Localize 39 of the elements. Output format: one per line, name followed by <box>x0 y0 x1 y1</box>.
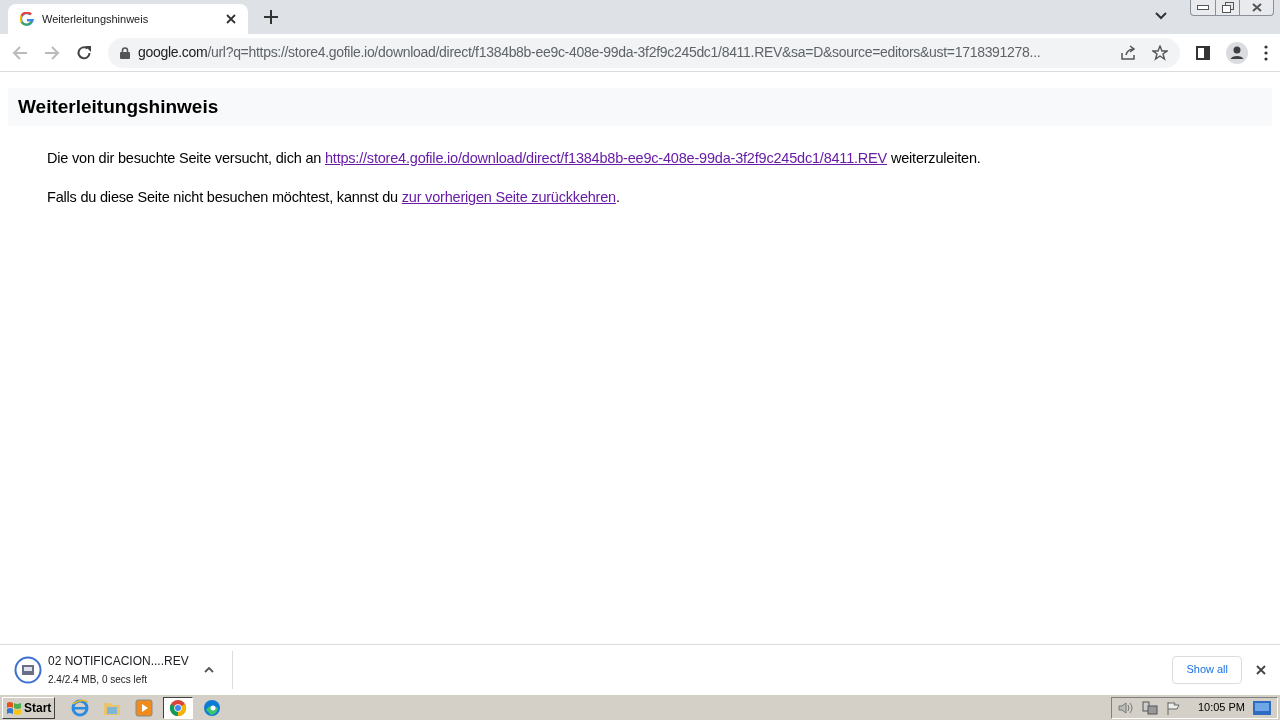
chrome-logo-icon[interactable] <box>169 698 188 717</box>
desktop-icon[interactable] <box>1253 700 1271 715</box>
browser-tab[interactable]: Weiterleitungshinweis <box>8 4 248 34</box>
page-heading: Weiterleitungshinweis <box>18 94 219 119</box>
address-bar[interactable]: google.com/url?q=https://store4.gofile.io/download/direct/f1384b8b-ee9c-408e-99da-3f2f9c245dc1/8411.REV&sa=D&source=editors&ust=1718391278... <box>108 37 1180 68</box>
menu-icon[interactable] <box>1264 44 1268 61</box>
link[interactable]: https://store4.gofile.io/download/direct/f1384b8b-ee9c-408e-99da-3f2f9c245dc1/8411.REV <box>324 150 888 166</box>
new-tab-icon[interactable] <box>264 10 278 24</box>
link[interactable]: zur vorherigen Seite zurückkehren <box>401 188 616 205</box>
tab-search-icon[interactable] <box>1155 12 1167 20</box>
clock-text: 10:05 PM <box>1197 700 1245 716</box>
start-button[interactable]: Start <box>2 696 56 719</box>
lock-icon <box>120 46 130 59</box>
tab-title: Weiterleitungshinweis <box>42 11 150 27</box>
show-all-button[interactable]: Show all <box>1172 655 1242 684</box>
paragraph: Falls du diese Seite nicht besuchen möchtest, kannst du zur vorherigen Seite zurückkehren. <box>47 187 621 207</box>
minimize-icon[interactable] <box>1197 4 1209 11</box>
chevron-up-icon[interactable] <box>204 666 214 673</box>
restore-icon[interactable] <box>1221 2 1234 13</box>
reload-icon[interactable] <box>76 44 92 61</box>
url-text: google.com/url?q=https://store4.gofile.io/download/direct/f1384b8b-ee9c-408e-99da-3f2f9c245dc1/8411.REV&sa=D&source=editors&ust=1718391278... <box>138 43 1042 62</box>
edge-logo-icon[interactable] <box>203 698 222 717</box>
share-icon[interactable] <box>1120 44 1136 61</box>
profile-icon[interactable] <box>1226 41 1248 64</box>
paragraph: Die von dir besuchte Seite versucht, dich an https://store4.gofile.io/download/direct/f1384b8b-ee9c-408e-99da-3f2f9c245dc1/8411.REV weiterzuleiten. <box>47 149 982 168</box>
download-status: 2.4/2.4 MB, 0 secs left <box>48 673 148 687</box>
media-player-icon[interactable] <box>135 698 154 717</box>
file-icon <box>14 655 42 684</box>
download-filename[interactable]: 02 NOTIFICACION....REV <box>48 652 188 670</box>
side-panel-icon[interactable] <box>1196 45 1210 60</box>
windows-logo-icon <box>6 700 22 715</box>
close-icon[interactable] <box>226 14 236 24</box>
google-logo-icon <box>20 12 34 26</box>
flag-icon[interactable] <box>1165 700 1182 715</box>
close-icon[interactable] <box>1251 3 1262 12</box>
close-icon[interactable] <box>1256 664 1266 675</box>
star-icon[interactable] <box>1152 44 1168 61</box>
network-icon[interactable] <box>1141 700 1158 715</box>
speaker-icon[interactable] <box>1117 700 1134 715</box>
